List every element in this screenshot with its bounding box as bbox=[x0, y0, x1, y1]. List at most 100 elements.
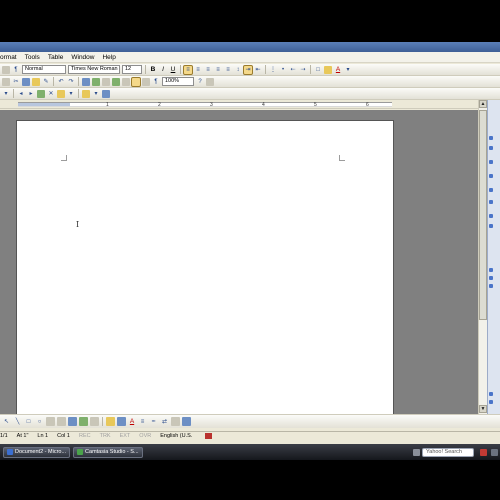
status-ext[interactable]: EXT bbox=[120, 433, 131, 439]
task-pane-bullet-icon[interactable] bbox=[489, 284, 493, 288]
distributed-icon[interactable]: ≡ bbox=[224, 66, 232, 74]
task-pane-bullet-icon[interactable] bbox=[489, 174, 493, 178]
tables-borders-icon[interactable] bbox=[92, 77, 100, 86]
style-icon[interactable]: ¶ bbox=[12, 66, 20, 74]
next-icon[interactable]: ▸ bbox=[27, 90, 35, 98]
clipart-icon[interactable] bbox=[79, 417, 88, 426]
textbox-icon[interactable] bbox=[46, 417, 55, 426]
reject-icon[interactable]: ✕ bbox=[47, 90, 55, 98]
task-pane-bullet-icon[interactable] bbox=[489, 224, 493, 228]
accept-icon[interactable] bbox=[37, 89, 45, 98]
task-pane-bullet-icon[interactable] bbox=[489, 200, 493, 204]
task-pane-bullet-icon[interactable] bbox=[489, 214, 493, 218]
status-ovr[interactable]: OVR bbox=[139, 433, 151, 439]
new-icon[interactable] bbox=[2, 77, 10, 86]
font-select[interactable]: Times New Roman bbox=[68, 65, 120, 74]
bold-button[interactable]: B bbox=[149, 66, 157, 74]
menu-window[interactable]: Window bbox=[67, 54, 98, 61]
task-pane-bullet-icon[interactable] bbox=[489, 146, 493, 150]
task-pane-bullet-icon[interactable] bbox=[489, 160, 493, 164]
tray-icon[interactable] bbox=[480, 448, 487, 456]
taskbar-word-button[interactable]: Document2 - Micro... bbox=[3, 446, 71, 458]
menu-tools[interactable]: Tools bbox=[21, 54, 44, 61]
diagram-icon[interactable] bbox=[68, 417, 77, 426]
task-pane-bullet-icon[interactable] bbox=[489, 136, 493, 140]
copy-icon[interactable] bbox=[22, 77, 30, 86]
borders-icon[interactable]: □ bbox=[314, 66, 322, 74]
style-select[interactable]: Normal bbox=[22, 65, 66, 74]
horizontal-ruler[interactable]: 1 2 3 4 5 6 bbox=[0, 100, 478, 109]
taskbar-camtasia-button[interactable]: Camtasia Studio - S... bbox=[73, 446, 143, 458]
drawing-font-color-button[interactable]: A bbox=[128, 418, 136, 426]
italic-button[interactable]: I bbox=[159, 66, 167, 74]
forms-icon[interactable] bbox=[102, 89, 110, 98]
undo-icon[interactable]: ↶ bbox=[57, 78, 65, 86]
drawing-icon[interactable] bbox=[131, 76, 141, 87]
menu-table[interactable]: Table bbox=[44, 54, 68, 61]
paste-icon[interactable] bbox=[32, 77, 40, 86]
task-pane-bullet-icon[interactable] bbox=[489, 392, 493, 396]
task-pane-bullet-icon[interactable] bbox=[489, 276, 493, 280]
underline-button[interactable]: U bbox=[169, 66, 177, 74]
styles-pane-icon[interactable] bbox=[2, 65, 10, 74]
previous-icon[interactable]: ◂ bbox=[17, 90, 25, 98]
help-icon[interactable]: ? bbox=[196, 78, 204, 86]
increase-indent-icon[interactable]: ⇢ bbox=[299, 66, 307, 74]
columns-icon[interactable] bbox=[122, 77, 130, 86]
3d-icon[interactable] bbox=[182, 417, 191, 426]
task-pane-bullet-icon[interactable] bbox=[489, 268, 493, 272]
numbering-icon[interactable]: ⋮ bbox=[269, 66, 277, 74]
insert-comment-icon[interactable] bbox=[57, 89, 65, 98]
fill-color-icon[interactable] bbox=[106, 417, 115, 426]
tray-icon[interactable] bbox=[413, 448, 420, 456]
line-icon[interactable]: ╲ bbox=[13, 417, 22, 426]
align-center-icon[interactable]: ≡ bbox=[194, 66, 202, 74]
document-map-icon[interactable] bbox=[142, 77, 150, 86]
spelling-status-icon[interactable] bbox=[205, 433, 213, 439]
line-style-icon[interactable]: ≡ bbox=[138, 417, 147, 426]
justify-icon[interactable]: ≡ bbox=[214, 66, 222, 74]
shadow-icon[interactable] bbox=[171, 417, 180, 426]
yahoo-search-input[interactable]: Yahoo! Search bbox=[422, 447, 474, 457]
ltr-icon[interactable]: ⇥ bbox=[243, 64, 253, 75]
redo-icon[interactable]: ↷ bbox=[67, 78, 75, 86]
rectangle-icon[interactable]: □ bbox=[24, 417, 33, 426]
insert-table-icon[interactable] bbox=[102, 77, 110, 86]
format-painter-icon[interactable]: ✎ bbox=[42, 78, 50, 86]
font-color-button[interactable]: A bbox=[334, 66, 342, 74]
line-spacing-icon[interactable]: ↕ bbox=[234, 66, 242, 74]
dash-style-icon[interactable]: ┅ bbox=[149, 417, 158, 426]
font-size-select[interactable]: 12 bbox=[122, 65, 142, 74]
folder-icon[interactable] bbox=[82, 89, 90, 98]
rtl-icon[interactable]: ⇤ bbox=[254, 66, 262, 74]
arrow-style-icon[interactable]: ⇄ bbox=[160, 417, 169, 426]
menu-format[interactable]: ormat bbox=[0, 54, 21, 61]
bullets-icon[interactable]: • bbox=[279, 66, 287, 74]
wordart-icon[interactable] bbox=[57, 417, 66, 426]
align-right-icon[interactable]: ≡ bbox=[204, 66, 212, 74]
cut-icon[interactable]: ✂ bbox=[12, 78, 20, 86]
status-trk[interactable]: TRK bbox=[100, 433, 111, 439]
line-color-icon[interactable] bbox=[117, 417, 126, 426]
task-pane-bullet-icon[interactable] bbox=[489, 188, 493, 192]
task-pane-bullet-icon[interactable] bbox=[489, 400, 493, 404]
tray-icon[interactable] bbox=[491, 448, 498, 456]
show-hide-icon[interactable]: ¶ bbox=[152, 78, 160, 86]
scroll-up-icon[interactable]: ▲ bbox=[479, 100, 487, 108]
reviewing-pane-icon[interactable]: ▾ bbox=[92, 90, 100, 98]
read-icon[interactable] bbox=[206, 77, 214, 86]
picture-icon[interactable] bbox=[90, 417, 99, 426]
status-rec[interactable]: REC bbox=[79, 433, 91, 439]
document-page[interactable]: I bbox=[16, 120, 394, 420]
hyperlink-icon[interactable] bbox=[82, 77, 90, 86]
menu-help[interactable]: Help bbox=[98, 54, 119, 61]
highlight-icon[interactable] bbox=[324, 65, 332, 74]
align-left-icon[interactable]: ≡ bbox=[183, 64, 193, 75]
vertical-scrollbar[interactable]: ▲ ▼ bbox=[478, 100, 487, 414]
track-changes-icon[interactable]: ▾ bbox=[67, 90, 75, 98]
oval-icon[interactable]: ○ bbox=[35, 417, 44, 426]
show-menu-icon[interactable]: ▾ bbox=[2, 90, 10, 98]
scroll-thumb[interactable] bbox=[479, 110, 487, 320]
insert-excel-icon[interactable] bbox=[112, 77, 120, 86]
decrease-indent-icon[interactable]: ⇠ bbox=[289, 66, 297, 74]
